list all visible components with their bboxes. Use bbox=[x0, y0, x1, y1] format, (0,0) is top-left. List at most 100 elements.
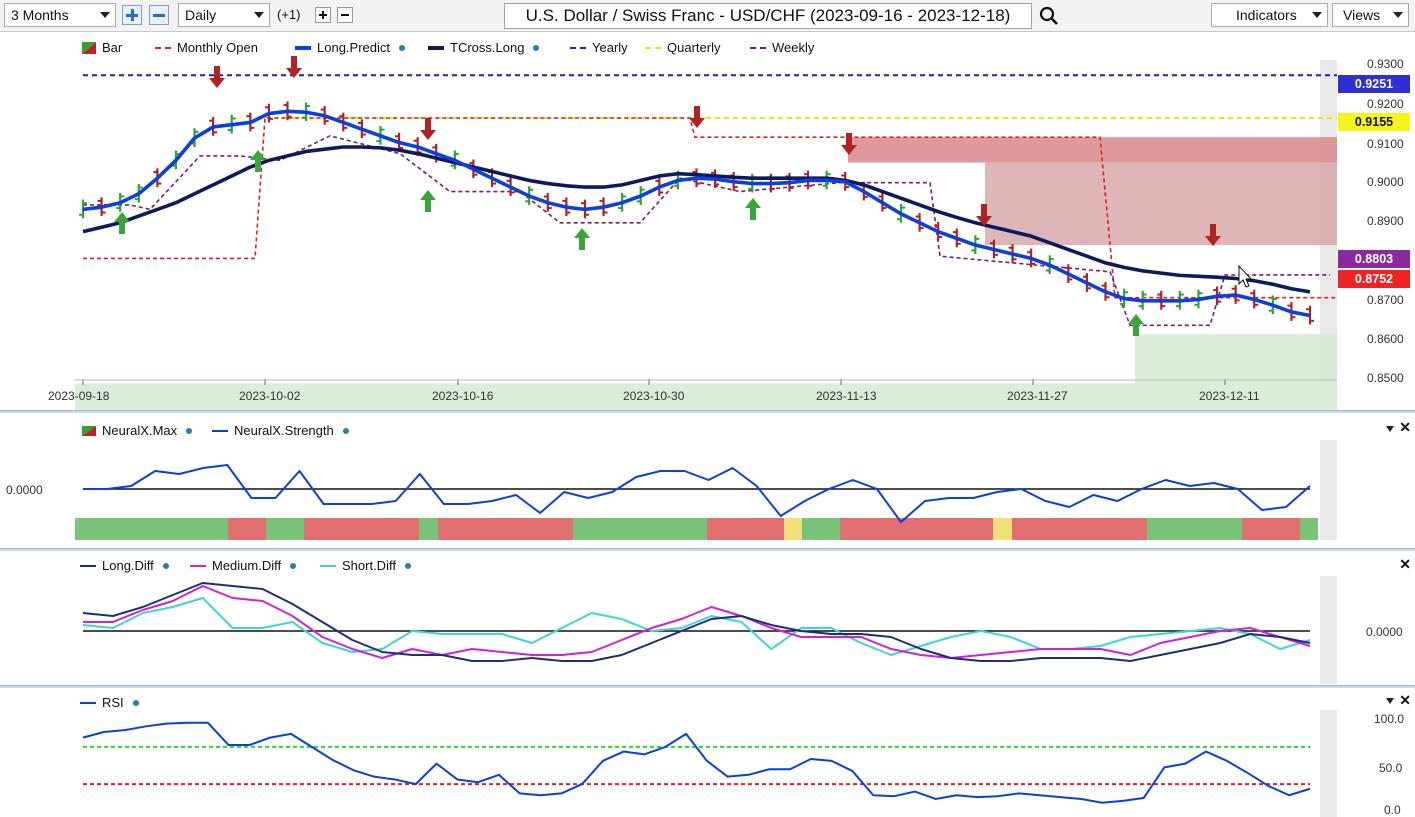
legend-bar-label: Bar bbox=[102, 40, 123, 55]
rsi-swatch bbox=[80, 701, 96, 704]
chevron-down-icon bbox=[1393, 12, 1403, 18]
legend-medium-diff-label: Medium.Diff bbox=[212, 558, 282, 573]
sell-arrow-icon bbox=[425, 118, 431, 130]
close-panel-icon[interactable]: ✕ bbox=[1399, 419, 1411, 436]
interval-select-value: Daily bbox=[185, 7, 217, 23]
supply-zone bbox=[848, 137, 1337, 163]
price-tick: 0.8700 bbox=[1367, 293, 1404, 307]
date-tick: 2023-12-11 bbox=[1199, 389, 1260, 403]
neural-state-segment bbox=[438, 518, 573, 540]
price-tick: 0.8600 bbox=[1367, 332, 1404, 346]
panel-splitter[interactable] bbox=[0, 685, 1415, 688]
settings-dot-icon bbox=[399, 44, 405, 51]
panel-splitter[interactable] bbox=[0, 548, 1415, 551]
indicators-label: Indicators bbox=[1236, 7, 1297, 23]
diff-zero-label: 0.0000 bbox=[1366, 625, 1403, 639]
search-button[interactable] bbox=[1038, 5, 1060, 27]
settings-dot-icon bbox=[533, 44, 540, 51]
legend-rsi[interactable]: RSI bbox=[80, 695, 139, 710]
period-select[interactable]: 3 Months bbox=[4, 3, 116, 27]
settings-dot-icon bbox=[132, 699, 139, 706]
bar-swatch-icon bbox=[82, 41, 96, 54]
sell-arrow-icon bbox=[291, 56, 297, 68]
neural-state-segment bbox=[75, 518, 228, 540]
close-panel-icon[interactable]: ✕ bbox=[1399, 692, 1411, 709]
scroll-strip bbox=[1320, 440, 1337, 540]
neural-state-segment bbox=[1147, 518, 1242, 540]
neural-state-segment bbox=[304, 518, 419, 540]
zoom-out-button[interactable] bbox=[149, 5, 169, 25]
legend-medium-diff[interactable]: Medium.Diff bbox=[190, 558, 297, 573]
medium-diff-swatch bbox=[190, 564, 206, 567]
long-predict-swatch bbox=[295, 45, 311, 50]
indicators-menu-button[interactable]: Indicators bbox=[1211, 3, 1328, 27]
legend-quarterly[interactable]: Quarterly bbox=[645, 40, 720, 55]
legend-long-diff-label: Long.Diff bbox=[102, 558, 154, 573]
tcross-swatch bbox=[428, 45, 444, 50]
panel-collapse-icon[interactable] bbox=[1386, 426, 1394, 432]
date-tick: 2023-10-16 bbox=[432, 389, 494, 403]
price-tick: 0.8500 bbox=[1367, 371, 1404, 385]
toolbar: 3 Months Daily (+1) U.S. Dollar / Swiss … bbox=[0, 0, 1415, 32]
neural-state-segment bbox=[228, 518, 266, 540]
neuralx-strength-line bbox=[83, 464, 1311, 523]
zoom-in-button[interactable] bbox=[122, 5, 142, 25]
sell-arrow-icon bbox=[981, 204, 987, 216]
date-tick: 2023-11-13 bbox=[816, 389, 877, 403]
neural-state-segment bbox=[1012, 518, 1147, 540]
chevron-down-icon bbox=[254, 12, 264, 18]
buy-arrow-icon bbox=[579, 238, 585, 250]
date-tick: 2023-10-30 bbox=[623, 389, 685, 403]
legend-bar[interactable]: Bar bbox=[82, 40, 122, 55]
price-tick: 0.9300 bbox=[1367, 57, 1404, 71]
buy-arrow-icon bbox=[1133, 324, 1139, 336]
quarterly-swatch bbox=[645, 46, 661, 49]
buy-arrow-icon bbox=[750, 208, 756, 220]
monthly-open-swatch bbox=[155, 46, 171, 49]
neural-state-segment bbox=[573, 518, 707, 540]
legend-weekly[interactable]: Weekly bbox=[750, 40, 814, 55]
rsi-tick: 0.0 bbox=[1384, 803, 1401, 817]
supply-zone bbox=[985, 162, 1337, 246]
period-select-value: 3 Months bbox=[11, 7, 69, 23]
legend-short-diff[interactable]: Short.Diff bbox=[320, 558, 411, 573]
legend-neuralx-strength[interactable]: NeuralX.Strength bbox=[212, 423, 349, 438]
weekly-price-tag: 0.8803 bbox=[1338, 250, 1410, 268]
panel-collapse-icon[interactable] bbox=[1386, 698, 1394, 704]
long-diff-swatch bbox=[80, 564, 96, 567]
symbol-title-field[interactable]: U.S. Dollar / Swiss Franc - USD/CHF (202… bbox=[504, 3, 1032, 29]
legend-long-predict[interactable]: Long.Predict bbox=[295, 40, 405, 55]
legend-rsi-label: RSI bbox=[102, 695, 124, 710]
legend-neuralx-max-label: NeuralX.Max bbox=[102, 423, 178, 438]
search-icon bbox=[1039, 6, 1058, 25]
legend-yearly[interactable]: Yearly bbox=[570, 40, 628, 55]
neural-zero-label: 0.0000 bbox=[6, 483, 43, 497]
neural-state-segment bbox=[707, 518, 784, 540]
neural-state-segment bbox=[993, 518, 1012, 540]
interval-select[interactable]: Daily bbox=[178, 3, 270, 27]
legend-neuralx-max[interactable]: NeuralX.Max bbox=[82, 423, 193, 438]
increase-offset-button[interactable] bbox=[315, 7, 331, 23]
neuralx-max-swatch-icon bbox=[82, 425, 96, 436]
settings-dot-icon bbox=[186, 427, 193, 434]
legend-tcross-long[interactable]: TCross.Long bbox=[428, 40, 540, 55]
sell-arrow-icon bbox=[846, 133, 852, 145]
price-tick: 0.9100 bbox=[1367, 137, 1404, 151]
date-tick: 2023-11-27 bbox=[1007, 389, 1068, 403]
close-panel-icon[interactable]: ✕ bbox=[1399, 556, 1411, 573]
yearly-swatch bbox=[570, 46, 586, 49]
short-diff-swatch bbox=[320, 564, 336, 567]
settings-dot-icon bbox=[342, 427, 349, 434]
neuralx-strength-swatch bbox=[212, 429, 228, 432]
sell-arrow-icon bbox=[214, 66, 220, 78]
legend-monthly-open[interactable]: Monthly Open bbox=[155, 40, 258, 55]
decrease-offset-button[interactable] bbox=[337, 7, 353, 23]
legend-long-diff[interactable]: Long.Diff bbox=[80, 558, 169, 573]
rsi-tick: 100.0 bbox=[1374, 712, 1405, 726]
neural-state-segment bbox=[1242, 518, 1300, 540]
neural-state-segment bbox=[840, 518, 993, 540]
panel-splitter[interactable] bbox=[0, 410, 1415, 413]
legend-weekly-label: Weekly bbox=[772, 40, 815, 55]
views-menu-button[interactable]: Views bbox=[1332, 3, 1409, 27]
date-tick: 2023-09-18 bbox=[48, 389, 110, 403]
